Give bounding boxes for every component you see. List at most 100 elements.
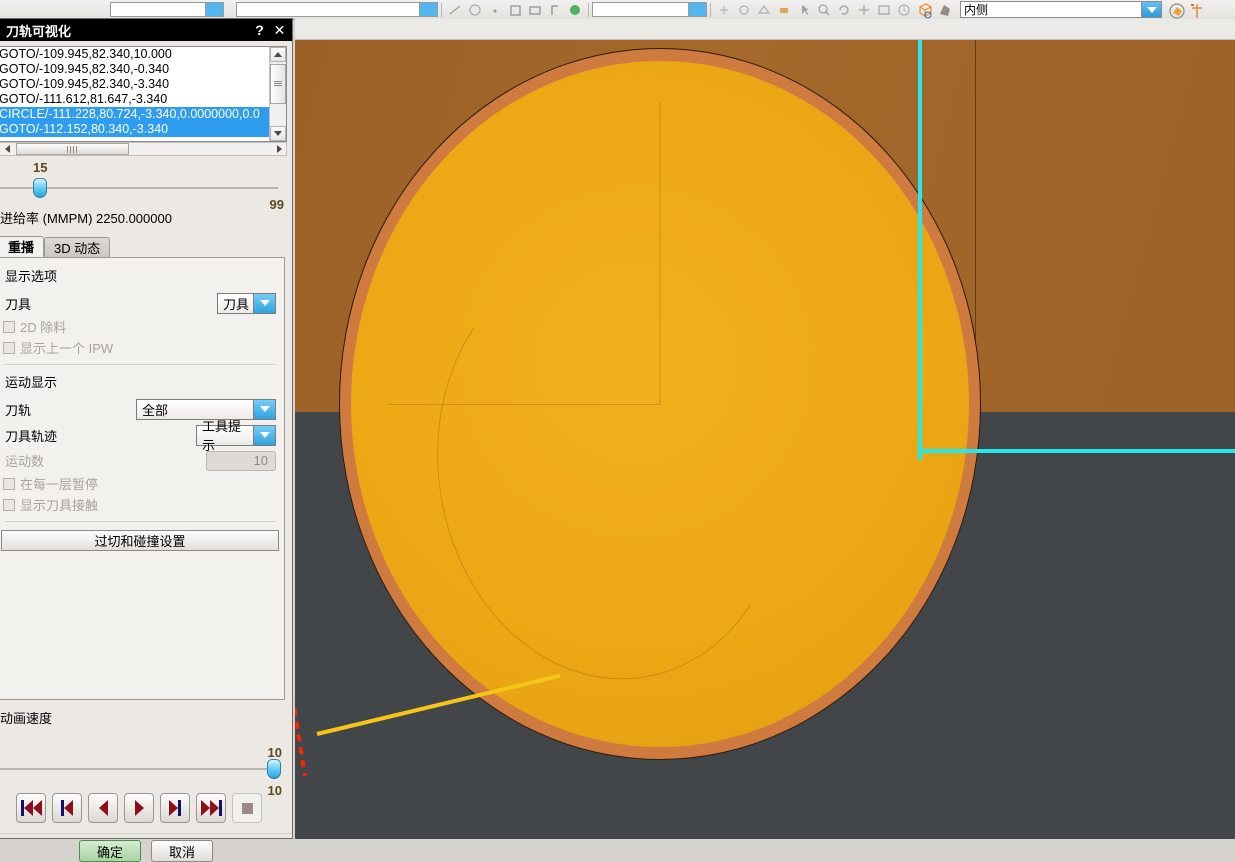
rewind-to-start-button[interactable]: [16, 793, 46, 823]
solid-body-icon[interactable]: [1168, 2, 1185, 19]
tab-3d-dynamic[interactable]: 3D 动态: [44, 237, 111, 257]
zoom-icon[interactable]: [816, 2, 832, 18]
list-item[interactable]: GOTO/-109.945,82.340,-0.340: [0, 62, 270, 77]
playback-controls: [16, 793, 292, 823]
playback-step-slider[interactable]: 15 99: [0, 156, 292, 212]
cutter-tool-body[interactable]: [340, 49, 980, 759]
motion-count-field[interactable]: 10: [206, 450, 276, 471]
fast-forward-end-button[interactable]: [196, 793, 226, 823]
plus-icon[interactable]: [716, 2, 732, 18]
list-vertical-scrollbar[interactable]: [269, 47, 286, 141]
pointer-icon[interactable]: [796, 2, 812, 18]
material-icon[interactable]: [936, 2, 952, 18]
toolbar-combo-field-3[interactable]: [592, 2, 707, 17]
datum-icon[interactable]: [547, 2, 563, 18]
extrude-icon[interactable]: [527, 2, 543, 18]
scroll-left-icon[interactable]: [0, 143, 14, 155]
checkbox-show-previous-ipw[interactable]: [3, 341, 15, 354]
dialog-titlebar[interactable]: 刀轨可视化 ? ✕: [0, 19, 292, 41]
checkbox-pause-each-layer-row: 在每一层暂停: [3, 473, 276, 494]
chevron-down-icon[interactable]: [419, 3, 437, 16]
motion-count-label: 运动数: [5, 454, 45, 469]
checkbox-2d-removal[interactable]: [3, 320, 15, 333]
line-icon[interactable]: [447, 2, 463, 18]
gouge-collision-settings-button[interactable]: 过切和碰撞设置: [1, 530, 279, 551]
stop-button[interactable]: [232, 793, 262, 823]
point-icon[interactable]: [487, 2, 503, 18]
toolpath-command-list[interactable]: GOTO/-109.945,82.340,10.000 GOTO/-109.94…: [0, 46, 287, 142]
application-toolbar: 内侧: [0, 0, 1235, 20]
checkbox-show-tool-contact-label: 显示刀具接触: [20, 498, 99, 513]
chevron-down-icon[interactable]: [1141, 2, 1161, 17]
scroll-up-icon[interactable]: [270, 47, 286, 62]
toolpath-line-horizontal: [918, 449, 1235, 453]
step-forward-block-button[interactable]: [160, 793, 190, 823]
chevron-down-icon[interactable]: [205, 3, 223, 16]
help-icon[interactable]: ?: [250, 21, 269, 39]
vertical-scroll-thumb[interactable]: [270, 64, 286, 104]
gear-icon[interactable]: [736, 2, 752, 18]
sync-icon[interactable]: [567, 2, 583, 18]
play-reverse-button[interactable]: [88, 793, 118, 823]
animation-speed-title: 动画速度: [0, 711, 53, 726]
toolpath-label: 刀轨: [5, 402, 32, 418]
animation-speed-thumb[interactable]: [267, 759, 281, 779]
cutter-tool-face: [351, 61, 969, 747]
close-icon[interactable]: ✕: [270, 21, 289, 39]
animation-speed-slider[interactable]: 10 10: [0, 727, 292, 798]
tool-combo-value: 刀具: [223, 296, 250, 312]
3d-viewport[interactable]: [295, 19, 1235, 839]
dialog-footer-buttons: 确定 取消: [0, 840, 292, 862]
orient-icon[interactable]: [756, 2, 772, 18]
chevron-down-icon[interactable]: [253, 293, 275, 313]
horizontal-scroll-thumb[interactable]: [16, 143, 129, 155]
chevron-down-icon[interactable]: [253, 425, 275, 445]
scroll-right-icon[interactable]: [272, 143, 286, 155]
face-mill-icon[interactable]: [776, 2, 792, 18]
play-forward-button[interactable]: [124, 793, 154, 823]
fit-icon[interactable]: [876, 2, 892, 18]
tab-replay[interactable]: 重播: [0, 236, 45, 257]
toolbar-combo-field-2[interactable]: [236, 2, 438, 17]
tool-trace-row: 刀具轨迹 工具提示: [5, 419, 276, 453]
checkbox-pause-each-layer[interactable]: [3, 477, 15, 490]
motion-count-row: 运动数 10: [5, 448, 276, 473]
cancel-button[interactable]: 取消: [151, 840, 213, 862]
tool-combo[interactable]: 刀具: [217, 292, 276, 314]
list-item[interactable]: GOTO/-109.945,82.340,10.000: [0, 47, 270, 62]
list-item[interactable]: CIRCLE/-111.228,80.724,-3.340,0.0000000,…: [0, 107, 270, 122]
tool-trace-combo[interactable]: 工具提示: [196, 419, 276, 453]
tool-display-row: 刀具 刀具: [5, 290, 276, 316]
mill-side-combo[interactable]: 内侧: [960, 1, 1162, 18]
toolbar-separator: [588, 2, 589, 17]
toolpath-command-rows: GOTO/-109.945,82.340,10.000 GOTO/-109.94…: [0, 47, 270, 137]
toolbar-combo-field-1[interactable]: [110, 2, 224, 17]
axis-marker-icon[interactable]: [1188, 2, 1204, 18]
list-item[interactable]: GOTO/-111.612,81.647,-3.340: [0, 92, 270, 107]
toolbar-separator: [441, 2, 442, 17]
scroll-down-icon[interactable]: [270, 126, 286, 141]
toolbar-separator: [710, 2, 711, 17]
checkbox-show-tool-contact-row: 显示刀具接触: [3, 494, 276, 515]
tool-trace-combo-value: 工具提示: [202, 419, 242, 453]
chevron-down-icon[interactable]: [688, 3, 706, 16]
checkbox-show-previous-ipw-row: 显示上一个 IPW: [3, 337, 276, 358]
step-back-block-button[interactable]: [52, 793, 82, 823]
section-divider: [5, 521, 276, 522]
step-slider-thumb[interactable]: [33, 178, 47, 198]
checkbox-show-tool-contact[interactable]: [3, 498, 15, 511]
list-horizontal-scrollbar[interactable]: [0, 142, 287, 156]
animation-speed-track[interactable]: [0, 768, 278, 770]
wcs-cube-icon[interactable]: [916, 2, 932, 19]
dialog-title: 刀轨可视化: [6, 23, 72, 39]
sketch-icon[interactable]: [507, 2, 523, 18]
list-item[interactable]: GOTO/-109.945,82.340,-3.340: [0, 77, 270, 92]
pan-icon[interactable]: [856, 2, 872, 18]
ok-button[interactable]: 确定: [79, 840, 141, 862]
clock-icon[interactable]: [896, 2, 912, 18]
list-item[interactable]: GOTO/-112.152,80.340,-3.340: [0, 122, 270, 137]
rotate-icon[interactable]: [836, 2, 852, 18]
chevron-down-icon[interactable]: [253, 399, 275, 419]
feed-rate-label: 进给率 (MMPM) 2250.000000: [0, 211, 172, 226]
circle-icon[interactable]: [467, 2, 483, 18]
